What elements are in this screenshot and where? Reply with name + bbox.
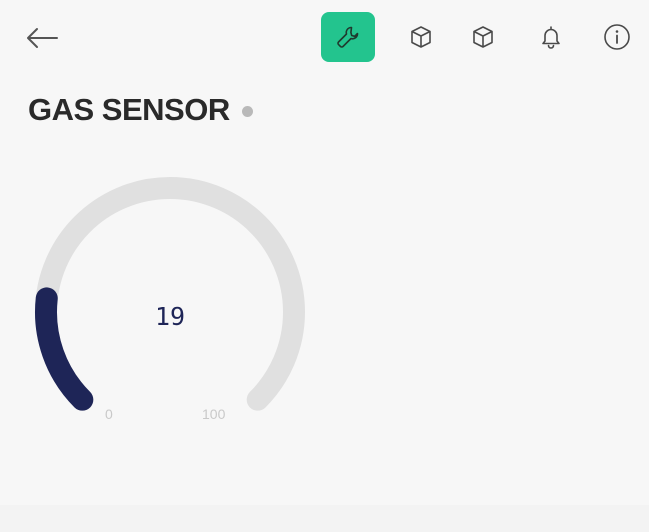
device-title: GAS SENSOR	[28, 92, 230, 127]
gauge-widget[interactable]: 19 0 100	[0, 160, 340, 460]
gauge-max-label: 100	[202, 406, 226, 422]
cube-icon	[411, 26, 431, 48]
bell-icon	[542, 26, 560, 49]
device-button-2[interactable]	[456, 12, 510, 62]
status-indicator	[241, 105, 253, 117]
top-bar	[0, 0, 649, 80]
back-arrow-icon	[27, 28, 58, 48]
back-button[interactable]	[22, 22, 62, 54]
settings-button[interactable]	[321, 12, 375, 62]
gauge-track	[35, 177, 305, 411]
notifications-button[interactable]	[524, 12, 578, 62]
footer-area	[0, 505, 649, 532]
device-button-1[interactable]	[394, 12, 448, 62]
gauge-fill	[35, 287, 94, 411]
info-icon	[604, 24, 630, 50]
info-button[interactable]	[590, 12, 644, 62]
cube-icon	[473, 26, 493, 48]
gauge-min-label: 0	[105, 406, 113, 422]
device-header: GAS SENSOR	[28, 88, 253, 132]
gauge-value: 19	[154, 302, 186, 331]
device-screen: GAS SENSOR 19 0 100	[0, 0, 649, 532]
wrench-icon	[337, 26, 359, 48]
